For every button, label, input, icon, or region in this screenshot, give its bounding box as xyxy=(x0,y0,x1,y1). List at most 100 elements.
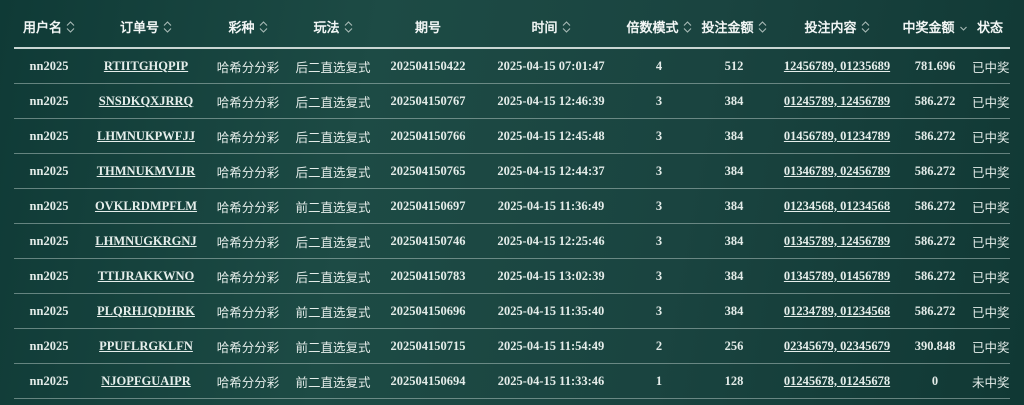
cell-issue: 202504150766 xyxy=(378,118,478,154)
sort-icon[interactable] xyxy=(683,20,692,34)
sort-icon[interactable] xyxy=(861,20,870,34)
cell-value: 后二直选复式 xyxy=(295,59,371,75)
bet-content-link[interactable]: 01234568, 01234568 xyxy=(784,199,890,213)
cell-order[interactable]: PLQRHJQDHRK xyxy=(84,293,208,329)
cell-content[interactable]: 01456789, 01234789 xyxy=(774,118,900,154)
order-number-link[interactable]: LHMNUGKRGNJ xyxy=(95,234,196,248)
cell-mode: 3 xyxy=(624,153,694,189)
cell-order[interactable]: LHMNUGKRGNJ xyxy=(84,223,208,259)
bet-content-link[interactable]: 01345789, 12456789 xyxy=(784,234,890,248)
sort-icon[interactable] xyxy=(66,20,75,34)
column-header-user[interactable]: 用户名 xyxy=(14,6,84,49)
cell-order[interactable]: THMNUKMVIJR xyxy=(84,153,208,189)
cell-mode: 3 xyxy=(624,258,694,294)
order-number-link[interactable]: SNSDKQXJRRQ xyxy=(99,94,193,108)
cell-value: 202504150783 xyxy=(390,268,466,283)
order-number-link[interactable]: PPUFLRGKLFN xyxy=(99,339,193,353)
cell-win: 586.272 xyxy=(900,258,970,294)
cell-lottery: 哈希分分彩 xyxy=(208,363,288,399)
cell-amount: 128 xyxy=(694,363,774,399)
sort-icon[interactable] xyxy=(344,20,353,34)
cell-value: 390.848 xyxy=(914,338,956,353)
cell-value: 512 xyxy=(724,58,744,73)
cell-amount: 256 xyxy=(694,328,774,364)
column-header-lottery[interactable]: 彩种 xyxy=(208,6,288,49)
cell-value: 384 xyxy=(724,128,744,143)
table-row: nn2025 OVKLRDMPFLM 哈希分分彩 前二直选复式 202504150697… xyxy=(14,188,1010,224)
cell-order[interactable]: TTIJRAKKWNO xyxy=(84,258,208,294)
cell-mode: 3 xyxy=(624,83,694,119)
cell-value: 586.272 xyxy=(914,128,956,143)
bet-content-link[interactable]: 01245678, 01245678 xyxy=(784,374,890,388)
order-number-link[interactable]: OVKLRDMPFLM xyxy=(95,199,197,213)
sort-desc-icon[interactable] xyxy=(959,20,968,34)
order-number-link[interactable]: PLQRHJQDHRK xyxy=(97,304,195,318)
cell-value: 1 xyxy=(655,373,663,388)
cell-content[interactable]: 01345789, 01456789 xyxy=(774,258,900,294)
order-number-link[interactable]: RTIITGHQPIP xyxy=(104,59,188,73)
column-header-win[interactable]: 中奖金额 xyxy=(900,6,970,49)
cell-time: 2025-04-15 11:36:49 xyxy=(478,188,624,224)
order-number-link[interactable]: LHMNUKPWFJJ xyxy=(97,129,195,143)
cell-content[interactable]: 12456789, 01235689 xyxy=(774,48,900,84)
cell-order[interactable]: RTIITGHQPIP xyxy=(84,48,208,84)
cell-order[interactable]: NJOPFGUAIPR xyxy=(84,363,208,399)
column-header-content[interactable]: 投注内容 xyxy=(774,6,900,49)
cell-content[interactable]: 01234789, 01234568 xyxy=(774,293,900,329)
cell-content[interactable]: 01245789, 12456789 xyxy=(774,83,900,119)
sort-icon[interactable] xyxy=(758,20,767,34)
cell-status: 已中奖 xyxy=(970,328,1010,364)
bet-content-link[interactable]: 01345789, 01456789 xyxy=(784,269,890,283)
cell-content[interactable]: 01234568, 01234568 xyxy=(774,188,900,224)
cell-value: 哈希分分彩 xyxy=(216,374,280,390)
cell-content[interactable]: 02345679, 02345679 xyxy=(774,328,900,364)
order-number-link[interactable]: THMNUKMVIJR xyxy=(97,164,196,178)
bet-content-link[interactable]: 02345679, 02345679 xyxy=(784,339,890,353)
order-number-link[interactable]: TTIJRAKKWNO xyxy=(98,269,195,283)
cell-content[interactable]: 01345789, 12456789 xyxy=(774,223,900,259)
column-header-order[interactable]: 订单号 xyxy=(84,6,208,49)
bet-content-link[interactable]: 12456789, 01235689 xyxy=(784,59,890,73)
sort-icon[interactable] xyxy=(259,20,268,34)
cell-value: 586.272 xyxy=(914,198,956,213)
cell-order[interactable]: LHMNUKPWFJJ xyxy=(84,118,208,154)
column-header-label: 时间 xyxy=(531,21,558,36)
cell-value: 3 xyxy=(655,268,663,283)
bet-content-link[interactable]: 01245789, 12456789 xyxy=(784,94,890,108)
column-header-mode[interactable]: 倍数模式 xyxy=(624,6,694,49)
cell-value: nn2025 xyxy=(29,373,69,388)
bet-content-link[interactable]: 01346789, 02456789 xyxy=(784,164,890,178)
cell-order[interactable]: OVKLRDMPFLM xyxy=(84,188,208,224)
column-header-label: 中奖金额 xyxy=(902,21,955,36)
bet-content-link[interactable]: 01456789, 01234789 xyxy=(784,129,890,143)
order-number-link[interactable]: NJOPFGUAIPR xyxy=(101,374,191,388)
bet-content-link[interactable]: 01234789, 01234568 xyxy=(784,304,890,318)
sort-icon[interactable] xyxy=(562,20,571,34)
sort-icon[interactable] xyxy=(163,20,172,34)
cell-value: 2025-04-15 11:33:46 xyxy=(497,373,605,388)
cell-user: nn2025 xyxy=(14,258,84,294)
cell-value: 3 xyxy=(655,163,663,178)
cell-value: 前二直选复式 xyxy=(295,339,371,355)
cell-value: 2025-04-15 12:46:39 xyxy=(497,93,605,108)
cell-play: 后二直选复式 xyxy=(288,83,378,119)
column-header-issue: 期号 xyxy=(378,6,478,49)
column-header-time[interactable]: 时间 xyxy=(478,6,624,49)
cell-content[interactable]: 01346789, 02456789 xyxy=(774,153,900,189)
cell-order[interactable]: PPUFLRGKLFN xyxy=(84,328,208,364)
column-header-amount[interactable]: 投注金额 xyxy=(694,6,774,49)
cell-order[interactable]: SNSDKQXJRRQ xyxy=(84,83,208,119)
cell-value: nn2025 xyxy=(29,233,69,248)
cell-amount: 384 xyxy=(694,188,774,224)
cell-value: nn2025 xyxy=(29,128,69,143)
cell-value: 0 xyxy=(931,373,939,388)
cell-value: 后二直选复式 xyxy=(295,129,371,145)
cell-content[interactable]: 01245678, 01245678 xyxy=(774,363,900,399)
cell-value: 已中奖 xyxy=(972,164,1010,180)
cell-value: 202504150715 xyxy=(390,338,466,353)
cell-mode: 1 xyxy=(624,363,694,399)
cell-value: 202504150694 xyxy=(390,373,466,388)
cell-win: 586.272 xyxy=(900,188,970,224)
column-header-play[interactable]: 玩法 xyxy=(288,6,378,49)
cell-amount: 384 xyxy=(694,258,774,294)
